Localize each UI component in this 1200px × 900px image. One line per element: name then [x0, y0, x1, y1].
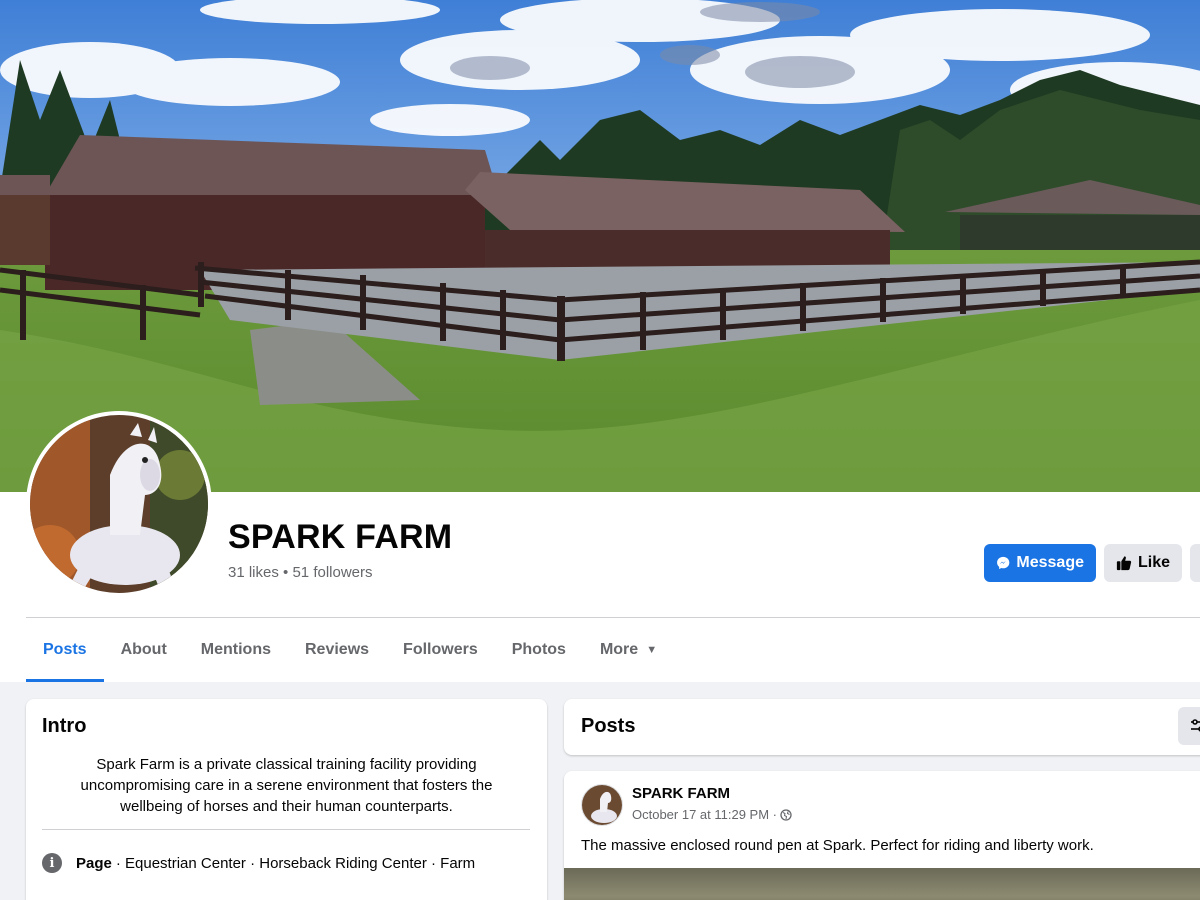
cover-photo-image	[0, 0, 1200, 492]
like-button[interactable]: Like	[1104, 544, 1182, 582]
post-author-name[interactable]: SPARK FARM	[632, 785, 730, 802]
tab-label: More	[599, 641, 639, 658]
like-button-label: Like	[1137, 554, 1170, 571]
more-actions-button[interactable]	[1190, 544, 1200, 582]
thumbs-up-icon	[1116, 556, 1132, 571]
page-category-row: i Page · Equestrian Center · Horseback R…	[42, 853, 475, 873]
post-image[interactable]	[564, 868, 1200, 900]
horse-avatar-image	[582, 785, 622, 825]
tab-label: Mentions	[200, 641, 271, 658]
horse-avatar-image	[30, 415, 208, 593]
tab-label: Photos	[511, 641, 566, 658]
tab-more[interactable]: More ▼	[583, 618, 674, 682]
tab-about[interactable]: About	[104, 618, 184, 682]
post-author-avatar[interactable]	[581, 784, 623, 826]
post-card: SPARK FARM October 17 at 11:29 PM · The …	[564, 771, 1200, 900]
filter-icon	[1191, 719, 1200, 732]
page-stats: 31 likes • 51 followers	[228, 564, 373, 581]
posts-heading: Posts	[581, 715, 636, 737]
page-category-label: Page	[76, 854, 112, 872]
cover-photo[interactable]	[0, 0, 1200, 492]
posts-header-card: Posts	[564, 699, 1200, 755]
tab-label: Posts	[43, 641, 87, 658]
followers-count[interactable]: 51 followers	[292, 564, 372, 581]
messenger-icon	[997, 556, 1010, 570]
tab-label: Followers	[403, 641, 478, 658]
page-categories: · Equestrian Center · Horseback Riding C…	[115, 854, 476, 872]
tab-followers[interactable]: Followers	[386, 618, 495, 682]
intro-description: Spark Farm is a private classical traini…	[80, 756, 493, 815]
stats-separator: •	[283, 564, 289, 581]
intro-heading: Intro	[42, 715, 87, 737]
intro-card: Intro Spark Farm is a private classical …	[26, 699, 547, 900]
post-text: The massive enclosed round pen at Spark.…	[581, 837, 1094, 854]
globe-icon[interactable]	[780, 808, 792, 821]
tab-label: Reviews	[305, 641, 370, 658]
intro-divider	[42, 829, 530, 830]
tab-mentions[interactable]: Mentions	[184, 618, 288, 682]
post-timestamp[interactable]: October 17 at 11:29 PM ·	[632, 807, 777, 822]
message-button[interactable]: Message	[984, 544, 1096, 582]
tab-photos[interactable]: Photos	[495, 618, 583, 682]
message-button-label: Message	[1016, 554, 1084, 571]
profile-avatar[interactable]	[26, 411, 212, 597]
caret-down-icon: ▼	[646, 644, 658, 656]
page-tabs: Posts About Mentions Reviews Followers P…	[26, 618, 674, 682]
info-icon: i	[42, 853, 62, 873]
filters-button[interactable]	[1178, 707, 1200, 745]
post-meta: October 17 at 11:29 PM ·	[632, 807, 792, 822]
likes-count[interactable]: 31 likes	[228, 564, 279, 581]
tab-label: About	[120, 641, 167, 658]
tab-reviews[interactable]: Reviews	[288, 618, 386, 682]
page-title: SPARK FARM	[228, 518, 453, 556]
tab-posts[interactable]: Posts	[26, 618, 104, 682]
